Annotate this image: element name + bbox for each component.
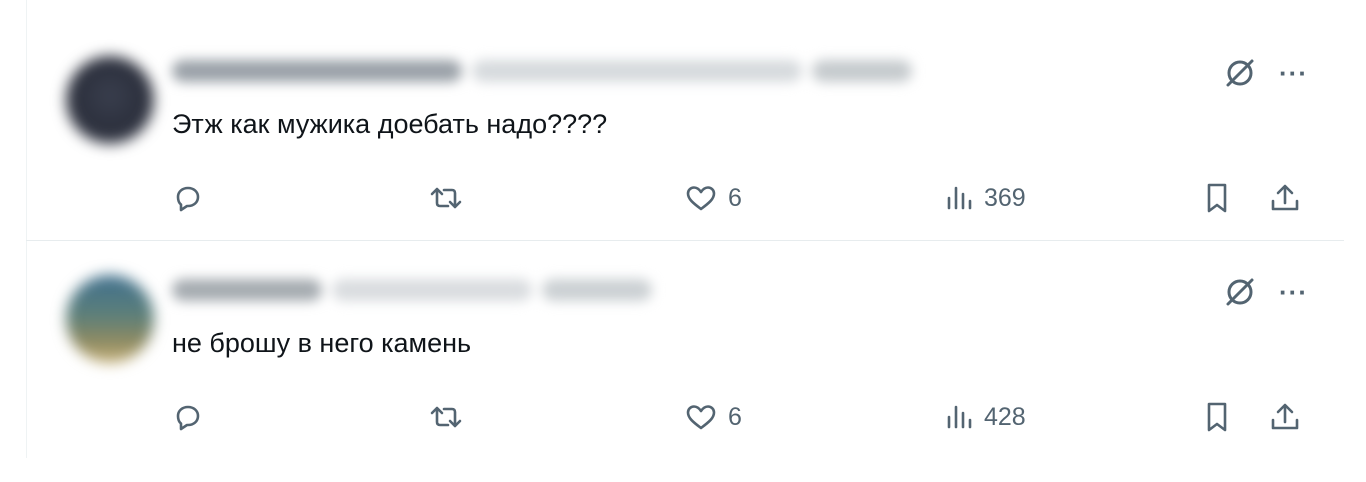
reply-icon — [172, 401, 204, 433]
share-icon — [1268, 400, 1302, 434]
bookmark-button[interactable] — [1202, 178, 1232, 218]
post-actions: 6 428 — [172, 397, 1312, 437]
more-horizontal-icon[interactable]: ··· — [1279, 279, 1308, 305]
heart-icon — [684, 182, 718, 214]
views-button[interactable]: 428 — [944, 397, 1026, 437]
more-horizontal-icon[interactable]: ··· — [1279, 60, 1308, 86]
blurred-author-info — [172, 60, 912, 82]
post-actions: 6 369 — [172, 178, 1312, 218]
share-button[interactable] — [1268, 178, 1302, 218]
views-count: 369 — [984, 183, 1026, 212]
bookmark-icon — [1202, 400, 1232, 434]
bookmark-button[interactable] — [1202, 397, 1232, 437]
repost-icon — [428, 401, 464, 433]
heart-icon — [684, 401, 718, 433]
like-count: 6 — [728, 183, 742, 212]
post-top-actions: ··· — [1223, 275, 1308, 309]
reply-icon — [172, 182, 204, 214]
blurred-author-info — [172, 279, 652, 301]
like-button[interactable]: 6 — [684, 178, 742, 218]
like-button[interactable]: 6 — [684, 397, 742, 437]
avatar[interactable] — [66, 275, 154, 363]
repost-icon — [428, 182, 464, 214]
slashed-circle-icon[interactable] — [1223, 275, 1257, 309]
post-top-actions: ··· — [1223, 56, 1308, 90]
like-count: 6 — [728, 402, 742, 431]
share-icon — [1268, 181, 1302, 215]
repost-button[interactable] — [428, 178, 464, 218]
post-text: Этж как мужика доебать надо???? — [172, 109, 608, 139]
share-button[interactable] — [1268, 397, 1302, 437]
post[interactable]: ··· не брошу в него камень 6 428 — [26, 241, 1346, 458]
post-text: не брошу в него камень — [172, 328, 472, 358]
bar-chart-icon — [944, 182, 974, 214]
reply-button[interactable] — [172, 397, 204, 437]
reply-feed: ··· Этж как мужика доебать надо???? 6 36… — [26, 0, 1346, 482]
avatar[interactable] — [66, 56, 154, 144]
views-count: 428 — [984, 402, 1026, 431]
bookmark-icon — [1202, 181, 1232, 215]
bar-chart-icon — [944, 401, 974, 433]
repost-button[interactable] — [428, 397, 464, 437]
views-button[interactable]: 369 — [944, 178, 1026, 218]
reply-button[interactable] — [172, 178, 204, 218]
post[interactable]: ··· Этж как мужика доебать надо???? 6 36… — [26, 22, 1346, 240]
slashed-circle-icon[interactable] — [1223, 56, 1257, 90]
